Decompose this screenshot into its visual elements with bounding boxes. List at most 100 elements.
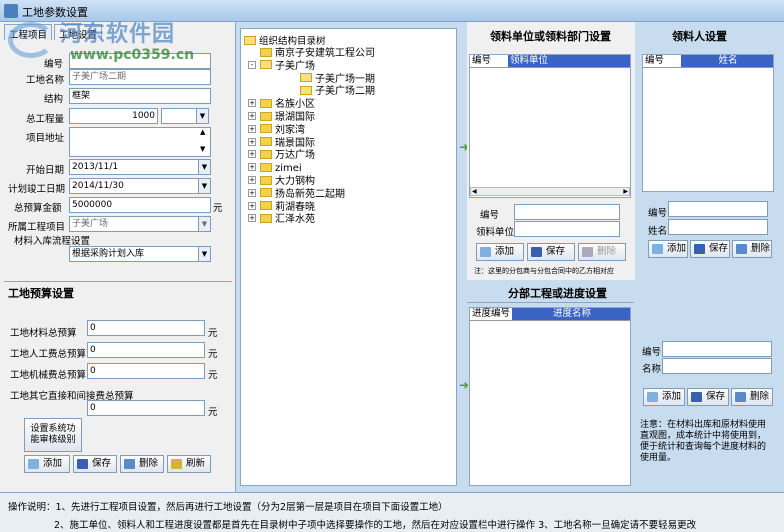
code-label: 编号 — [44, 59, 64, 70]
end-date-value: 2014/11/30 — [72, 181, 124, 191]
person-code-input[interactable] — [668, 201, 768, 217]
scroll-left-icon[interactable]: ◀ — [472, 188, 477, 195]
scroll-right-icon[interactable]: ▶ — [623, 188, 628, 195]
tree-node-label: 名族小区 — [275, 99, 315, 111]
total-input[interactable]: 1000 — [69, 108, 158, 124]
progress-code-input[interactable] — [662, 341, 772, 357]
expand-icon[interactable]: + — [248, 112, 256, 120]
refresh-label: 刷新 — [186, 458, 206, 469]
flow-label: 材料入库流程设置 — [14, 236, 91, 247]
person-name-input[interactable] — [668, 219, 768, 235]
tree-node[interactable]: + zimei — [248, 162, 302, 175]
column-header-code[interactable]: 编号 — [643, 55, 681, 67]
add-label: 添加 — [43, 458, 63, 469]
sub-project-grid[interactable] — [469, 307, 631, 486]
tree-node[interactable]: 子美广场二期 — [300, 85, 375, 98]
budget-material-input[interactable]: 0 — [87, 320, 205, 336]
end-date-picker[interactable]: 2014/11/30 ▼ — [69, 178, 211, 194]
sub-project-title: 分部工程或进度设置 — [508, 287, 607, 300]
progress-delete-button[interactable]: 删除 — [731, 388, 773, 406]
tree-root[interactable]: 组织结构目录树 — [244, 36, 326, 48]
column-header-unit[interactable]: 领料单位 — [508, 55, 630, 67]
unit-add-button[interactable]: 添加 — [476, 243, 524, 261]
budget-total-input[interactable]: 5000000 — [69, 197, 211, 213]
person-delete-button[interactable]: 删除 — [732, 240, 772, 258]
unit-code-input[interactable] — [514, 204, 620, 220]
collapse-icon[interactable]: - — [248, 60, 256, 69]
tree-node[interactable]: - 子美广场 — [248, 60, 315, 73]
expand-icon[interactable]: + — [248, 163, 256, 172]
budget-machine-input[interactable]: 0 — [87, 363, 205, 379]
material-unit-grid-header: 编号 领料单位 — [470, 55, 630, 68]
chevron-down-icon[interactable]: ▼ — [198, 247, 210, 261]
watermark-url: www.pc0359.cn — [70, 47, 195, 63]
person-save-button[interactable]: 保存 — [690, 240, 730, 258]
progress-add-button[interactable]: 添加 — [643, 388, 685, 406]
address-textarea[interactable] — [69, 127, 211, 157]
budget-labor-label: 工地人工费总预算 — [10, 349, 87, 360]
chevron-down-icon[interactable]: ▼ — [198, 179, 210, 193]
unit-select[interactable]: ▼ — [161, 108, 209, 124]
site-name-label: 工地名称 — [26, 75, 65, 86]
save-button[interactable]: 保存 — [73, 455, 117, 473]
unit-name-input[interactable] — [514, 221, 620, 237]
project-select[interactable]: 子美广场 ▼ — [69, 216, 211, 232]
site-name-input[interactable]: 子美广场二期 — [69, 69, 211, 85]
expand-icon[interactable]: + — [248, 176, 256, 184]
tree-node[interactable]: + 扬岛新苑二起期 — [248, 188, 345, 201]
start-date-picker[interactable]: 2013/11/1 ▼ — [69, 159, 211, 175]
tree-node[interactable]: + 瑞景国际 — [248, 137, 315, 150]
tree-node-label: zimei — [275, 163, 302, 175]
tree-node[interactable]: + 刘家湾 — [248, 124, 305, 137]
budget-other-input[interactable]: 0 — [87, 400, 205, 416]
add-button[interactable]: 添加 — [24, 455, 70, 473]
material-unit-grid[interactable] — [469, 54, 631, 198]
chevron-down-icon[interactable]: ▼ — [198, 160, 210, 174]
expand-icon[interactable]: + — [248, 124, 256, 133]
delete-icon — [582, 247, 593, 257]
column-header-progress-code[interactable]: 进度编号 — [470, 308, 512, 320]
expand-icon[interactable]: + — [248, 99, 256, 108]
tree-node[interactable]: + 璟湖国际 — [248, 111, 315, 124]
flow-select[interactable]: 根据采购计划入库 ▼ — [69, 246, 211, 262]
unit-save-button[interactable]: 保存 — [527, 243, 575, 261]
delete-button[interactable]: 删除 — [120, 455, 164, 473]
progress-name-input[interactable] — [662, 358, 772, 374]
progress-code-label: 编号 — [642, 347, 662, 358]
expand-icon[interactable]: + — [248, 150, 256, 159]
column-header-name[interactable]: 姓名 — [681, 55, 773, 67]
tree-node-label: 扬岛新苑二起期 — [275, 188, 345, 200]
tree-node[interactable]: + 名族小区 — [248, 98, 315, 111]
scroll-down-icon[interactable]: ▼ — [200, 145, 205, 153]
column-header-progress-name[interactable]: 进度名称 — [512, 308, 630, 320]
unit-delete-button[interactable]: 删除 — [578, 243, 626, 261]
tree-node[interactable]: + 万达广场 — [248, 149, 315, 162]
scroll-up-icon[interactable]: ▲ — [200, 128, 205, 136]
expand-icon[interactable]: + — [248, 188, 256, 197]
person-code-label: 编号 — [648, 208, 668, 219]
tree-node[interactable]: + 大力钢构 — [248, 175, 315, 188]
expand-icon[interactable]: + — [248, 214, 256, 223]
folder-icon — [260, 201, 272, 211]
budget-other-unit: 元 — [208, 407, 218, 418]
tree-node[interactable]: + 汇泽水苑 — [248, 213, 315, 226]
chevron-down-icon[interactable]: ▼ — [198, 217, 210, 231]
tree-node[interactable]: 子美广场一期 — [300, 73, 375, 86]
horizontal-scrollbar[interactable]: ◀ ▶ — [470, 187, 630, 196]
budget-labor-unit: 元 — [208, 349, 218, 360]
audit-level-button[interactable]: 设置系统功能审核级别 — [24, 418, 82, 452]
budget-total-unit: 元 — [213, 203, 223, 214]
chevron-down-icon[interactable]: ▼ — [196, 109, 208, 123]
budget-material-label: 工地材料总预算 — [10, 328, 77, 339]
material-person-grid[interactable] — [642, 54, 774, 192]
refresh-button[interactable]: 刷新 — [167, 455, 211, 473]
budget-labor-input[interactable]: 0 — [87, 342, 205, 358]
column-header-code[interactable]: 编号 — [470, 55, 508, 67]
person-add-button[interactable]: 添加 — [648, 240, 688, 258]
tree-node[interactable]: 南京子安建筑工程公司 — [260, 47, 375, 60]
progress-save-button[interactable]: 保存 — [687, 388, 729, 406]
structure-input[interactable]: 框架 — [69, 88, 211, 104]
expand-icon[interactable]: + — [248, 201, 256, 210]
expand-icon[interactable]: + — [248, 137, 256, 146]
tree-node[interactable]: + 莉湖春晓 — [248, 201, 315, 214]
